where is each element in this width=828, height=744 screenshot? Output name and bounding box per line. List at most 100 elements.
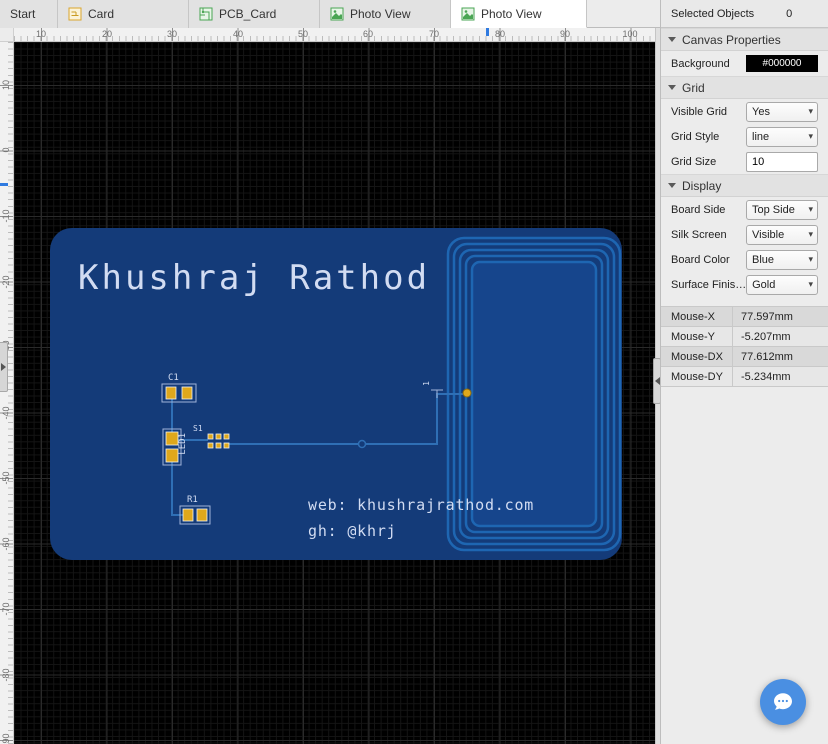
- section-grid[interactable]: Grid: [661, 76, 828, 99]
- pcb-editor-window: Start Card PCB_Card Photo View Photo Vie…: [0, 0, 828, 744]
- mouse-x-label: Mouse-X: [661, 307, 733, 326]
- background-row: Background #000000: [661, 51, 828, 76]
- section-display[interactable]: Display: [661, 174, 828, 197]
- vertical-ruler: 10 0 -10 -20 -30 -40 -50 -60 -70 -80 -90: [0, 42, 14, 744]
- v-ruler-label: -90: [1, 733, 11, 744]
- v-ruler-label: -40: [1, 406, 11, 420]
- mouse-y-value: -5.207mm: [741, 330, 791, 343]
- table-row: Mouse-DY -5.234mm: [661, 367, 828, 387]
- h-ruler-label: 10: [35, 29, 47, 39]
- chevron-down-icon: ▾: [808, 204, 813, 214]
- silk-screen-select[interactable]: Visible ▾: [746, 224, 818, 245]
- v-ruler-label: -10: [1, 209, 11, 223]
- grid-size-label: Grid Size: [671, 155, 717, 168]
- mouse-x-value: 77.597mm: [741, 310, 793, 323]
- tab-start[interactable]: Start: [0, 0, 58, 28]
- board-color-row: Board Color Blue ▾: [661, 247, 828, 272]
- collapse-icon: [668, 37, 676, 42]
- h-ruler-label: 50: [297, 29, 309, 39]
- surface-finish-value: Gold: [752, 278, 776, 291]
- v-ruler-label: 10: [1, 79, 11, 91]
- selected-objects-label: Selected Objects: [671, 7, 755, 20]
- board-side-select[interactable]: Top Side ▾: [746, 199, 818, 220]
- visible-grid-label: Visible Grid: [671, 105, 728, 118]
- visible-grid-row: Visible Grid Yes ▾: [661, 99, 828, 124]
- collapse-icon: [668, 183, 676, 188]
- section-canvas-properties-title: Canvas Properties: [682, 32, 781, 47]
- v-ruler-label: -80: [1, 668, 11, 682]
- chevron-down-icon: ▾: [808, 131, 813, 141]
- tab-card[interactable]: Card: [58, 0, 189, 28]
- v-ruler-label: -70: [1, 602, 11, 616]
- chevron-left-icon: [654, 377, 660, 385]
- tab-card-label: Card: [88, 7, 115, 21]
- section-display-title: Display: [682, 178, 722, 193]
- chat-support-button[interactable]: [760, 679, 806, 725]
- h-ruler-label: 100: [622, 29, 638, 39]
- grid-style-value: line: [752, 130, 770, 143]
- cursor-position-marker-y: [0, 183, 8, 186]
- background-label: Background: [671, 57, 730, 70]
- h-ruler-label: 60: [362, 29, 374, 39]
- h-ruler-label: 30: [166, 29, 178, 39]
- refdes-r1: R1: [187, 495, 198, 505]
- chevron-down-icon: ▾: [808, 254, 813, 264]
- silk-screen-value: Visible: [752, 228, 785, 241]
- card-owner-name: Khushraj Rathod: [78, 258, 431, 298]
- mouse-dy-label: Mouse-DY: [661, 367, 733, 386]
- v-ruler-label: 0: [1, 147, 11, 153]
- silk-screen-row: Silk Screen Visible ▾: [661, 222, 828, 247]
- grid-style-select[interactable]: line ▾: [746, 126, 818, 147]
- grid-size-input[interactable]: [746, 151, 818, 172]
- chevron-down-icon: ▾: [808, 279, 813, 289]
- left-panel-splitter-handle[interactable]: [0, 342, 8, 392]
- h-ruler-label: 90: [559, 29, 571, 39]
- surface-finish-select[interactable]: Gold ▾: [746, 274, 818, 295]
- tab-pcb-card[interactable]: PCB_Card: [189, 0, 320, 28]
- visible-grid-select[interactable]: Yes ▾: [746, 101, 818, 122]
- chat-bubble-icon: [774, 693, 792, 710]
- pcb-canvas[interactable]: Khushraj Rathod web: khushrajrathod.com …: [14, 42, 655, 744]
- h-ruler-label: 20: [101, 29, 113, 39]
- horizontal-ruler: 10 20 30 40 50 60 70 80 90 100: [14, 28, 655, 42]
- board-side-row: Board Side Top Side ▾: [661, 197, 828, 222]
- section-canvas-properties[interactable]: Canvas Properties: [661, 28, 828, 51]
- table-row: Mouse-Y -5.207mm: [661, 327, 828, 347]
- refdes-led1: LED1: [178, 433, 188, 455]
- properties-panel: Selected Objects 0 Canvas Properties Bac…: [660, 0, 828, 744]
- mouse-dy-value: -5.234mm: [741, 370, 791, 383]
- board-color-select[interactable]: Blue ▾: [746, 249, 818, 270]
- visible-grid-value: Yes: [752, 105, 770, 118]
- tab-photo-view-2-active[interactable]: Photo View: [451, 0, 587, 28]
- photo-icon: [461, 7, 475, 20]
- v-ruler-label: -60: [1, 537, 11, 551]
- cursor-position-marker-x: [486, 28, 489, 36]
- board-side-label: Board Side: [671, 203, 726, 216]
- board-side-value: Top Side: [752, 203, 795, 216]
- document-tabbar: Start Card PCB_Card Photo View Photo Vie…: [0, 0, 660, 28]
- refdes-s1: S1: [193, 424, 203, 433]
- chevron-down-icon: ▾: [808, 106, 813, 116]
- test-point: [357, 439, 367, 449]
- tab-photo-view-1[interactable]: Photo View: [320, 0, 451, 28]
- pcb-icon: [199, 7, 213, 21]
- surface-finish-label: Surface Finis…: [671, 278, 747, 291]
- schematic-icon: [68, 7, 82, 21]
- selected-objects-row: Selected Objects 0: [661, 0, 828, 28]
- grid-style-label: Grid Style: [671, 130, 720, 143]
- grid-size-row: Grid Size: [661, 149, 828, 174]
- surface-finish-row: Surface Finis… Gold ▾: [661, 272, 828, 297]
- mouse-dx-value: 77.612mm: [741, 350, 793, 363]
- chevron-right-icon: [1, 363, 6, 371]
- board-color-value: Blue: [752, 253, 775, 266]
- ruler-corner: [0, 28, 14, 42]
- card-website-text: web: khushrajrathod.com: [308, 496, 535, 514]
- refdes-tp1: 1: [422, 381, 431, 386]
- tab-photo-view-2-label: Photo View: [481, 6, 542, 21]
- mouse-coordinates-table: Mouse-X 77.597mm Mouse-Y -5.207mm Mouse-…: [661, 306, 828, 387]
- refdes-c1: C1: [168, 373, 179, 383]
- v-ruler-label: -50: [1, 471, 11, 485]
- selected-objects-count: 0: [786, 7, 793, 20]
- tab-photo-view-1-label: Photo View: [350, 7, 411, 21]
- background-color-swatch[interactable]: #000000: [746, 55, 818, 72]
